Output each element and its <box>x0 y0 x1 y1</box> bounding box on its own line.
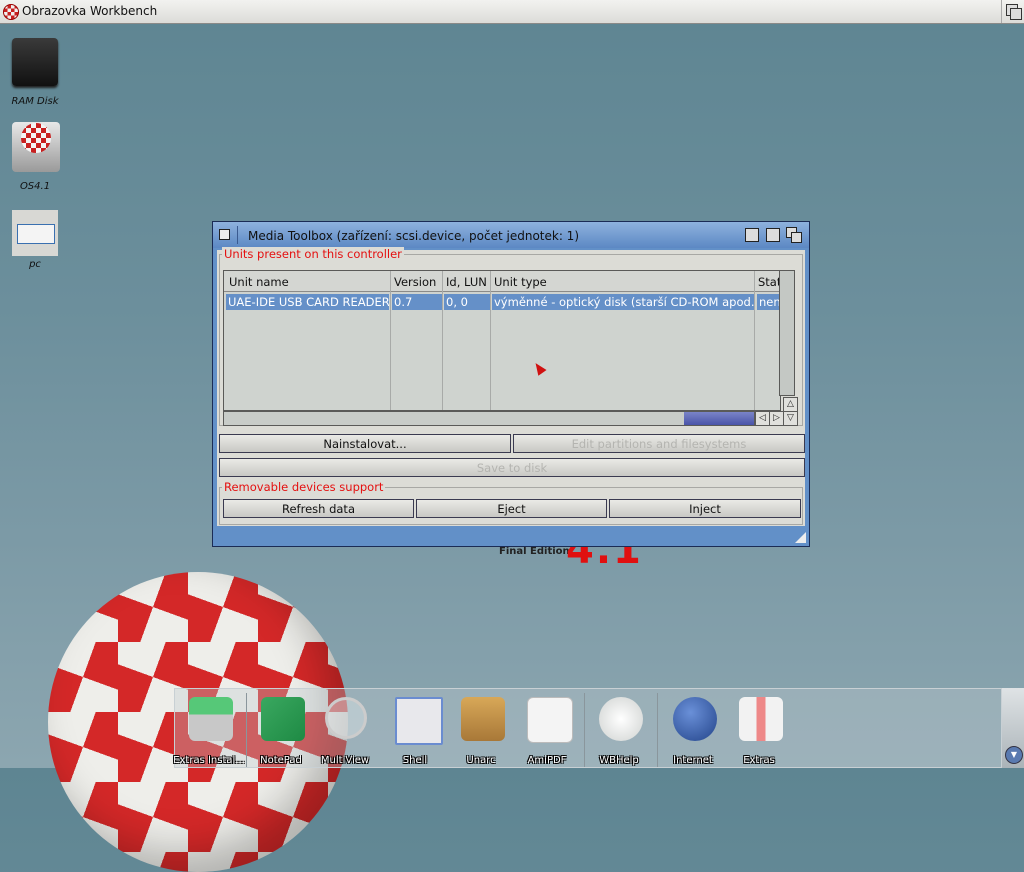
horizontal-scroll-knob[interactable] <box>684 412 754 425</box>
dock-item-internet[interactable]: Internet <box>663 689 723 769</box>
dock-item-label: Unarc <box>466 755 496 766</box>
iconify-button[interactable] <box>744 227 760 243</box>
title-separator <box>237 226 238 244</box>
install-button[interactable]: Nainstalovat... <box>219 434 511 453</box>
inject-button[interactable]: Inject <box>609 499 801 518</box>
dock-item-unarc[interactable]: Unarc <box>451 689 511 769</box>
dock-scroll-button[interactable]: ▼ <box>1002 688 1024 768</box>
dock-item-notepad[interactable]: NotePad <box>251 689 311 769</box>
dock-item-extras-install[interactable]: Extras Instal... <box>173 689 245 769</box>
header-version[interactable]: Version <box>394 275 442 289</box>
eject-button[interactable]: Eject <box>416 499 607 518</box>
header-status[interactable]: Stat <box>758 275 780 289</box>
zoom-button[interactable] <box>765 227 781 243</box>
dock-item-extras[interactable]: Extras <box>729 689 789 769</box>
chevron-down-icon: ▼ <box>1005 746 1023 764</box>
scroll-right-button[interactable]: ▷ <box>769 411 784 426</box>
table-row[interactable]: UAE-IDE USB CARD READER 0.7 0, 0 výměnné… <box>226 294 782 310</box>
final-edition-text: Final Edition <box>499 546 570 557</box>
cell-unit-name: UAE-IDE USB CARD READER <box>226 294 389 310</box>
screen-title-bar: Obrazovka Workbench <box>0 0 1024 24</box>
close-window-button[interactable] <box>219 229 230 240</box>
extras-install-icon <box>189 697 233 741</box>
dock-item-label: AmiPDF <box>527 755 567 766</box>
window-title-bar[interactable]: Media Toolbox (zařízení: scsi.device, po… <box>213 222 809 248</box>
drive-icon <box>12 210 58 256</box>
pdf-icon <box>527 697 573 743</box>
media-toolbox-window: Media Toolbox (zařízení: scsi.device, po… <box>212 221 810 547</box>
header-unit-type[interactable]: Unit type <box>494 275 752 289</box>
vertical-scrollbar[interactable] <box>779 270 795 396</box>
depth-icon-front <box>791 232 802 243</box>
harddisk-boing-icon <box>12 122 60 172</box>
units-group-label: Units present on this controller <box>222 247 404 261</box>
desktop-icon-label: RAM Disk <box>11 96 59 107</box>
shell-icon <box>395 697 443 745</box>
boing-ball-logo-icon <box>3 4 19 20</box>
save-to-disk-button[interactable]: Save to disk <box>219 458 805 477</box>
desktop-icon-label: pc <box>29 259 41 270</box>
header-id-lun[interactable]: Id, LUN <box>446 275 490 289</box>
refresh-data-button[interactable]: Refresh data <box>223 499 414 518</box>
column-id-lun <box>443 271 491 410</box>
screen-depth-button[interactable] <box>1001 0 1024 23</box>
depth-icon-front <box>1010 8 1022 20</box>
column-version <box>391 271 443 410</box>
removable-group-label: Removable devices support <box>222 480 386 494</box>
scroll-left-button[interactable]: ◁ <box>755 411 770 426</box>
header-unit-name[interactable]: Unit name <box>229 275 387 289</box>
dock-item-amipdf[interactable]: AmiPDF <box>517 689 577 769</box>
dock-item-shell[interactable]: Shell <box>385 689 445 769</box>
desktop-icon-label: OS4.1 <box>19 181 51 192</box>
cell-id-lun: 0, 0 <box>444 294 490 310</box>
cell-version: 0.7 <box>392 294 442 310</box>
screen-title: Obrazovka Workbench <box>22 4 158 18</box>
dock-item-wbhelp[interactable]: WBHelp <box>589 689 649 769</box>
dock-item-label: Shell <box>402 755 428 766</box>
dock-item-label: Extras <box>743 755 775 766</box>
column-unit-name <box>224 271 391 410</box>
iconify-icon <box>745 228 759 242</box>
horizontal-scrollbar[interactable] <box>223 411 755 426</box>
extras-box-icon <box>739 697 783 741</box>
window-content: Units present on this controller Unit na… <box>217 247 805 526</box>
cell-status: není <box>757 294 780 310</box>
column-unit-type <box>491 271 755 410</box>
depth-button[interactable] <box>786 227 802 243</box>
unarc-icon <box>461 697 505 741</box>
scroll-down-button[interactable]: ▽ <box>783 411 798 426</box>
scroll-up-button[interactable]: △ <box>783 397 798 412</box>
ram-disk-icon <box>12 38 58 86</box>
dock-item-label: NotePad <box>260 755 302 766</box>
units-list[interactable]: Unit name Version Id, LUN Unit type Stat… <box>223 270 781 411</box>
resize-handle[interactable] <box>795 532 806 543</box>
dock-bar: Extras Instal... NotePad MultiView Shell… <box>173 688 1002 769</box>
cell-unit-type: výměnné - optický disk (starší CD-ROM ap… <box>492 294 754 310</box>
magnifier-icon <box>325 697 367 739</box>
globe-icon <box>673 697 717 741</box>
dock-item-label: Extras Instal... <box>173 755 245 766</box>
dock-item-label: WBHelp <box>599 755 639 766</box>
dock-item-label: MultiView <box>320 755 370 766</box>
notepad-icon <box>261 697 305 741</box>
window-title: Media Toolbox (zařízení: scsi.device, po… <box>248 229 579 243</box>
edit-partitions-button[interactable]: Edit partitions and filesystems <box>513 434 805 453</box>
zoom-icon <box>766 228 780 242</box>
dock-item-multiview[interactable]: MultiView <box>315 689 375 769</box>
dock-item-label: Internet <box>673 755 713 766</box>
lightbulb-icon <box>599 697 643 741</box>
